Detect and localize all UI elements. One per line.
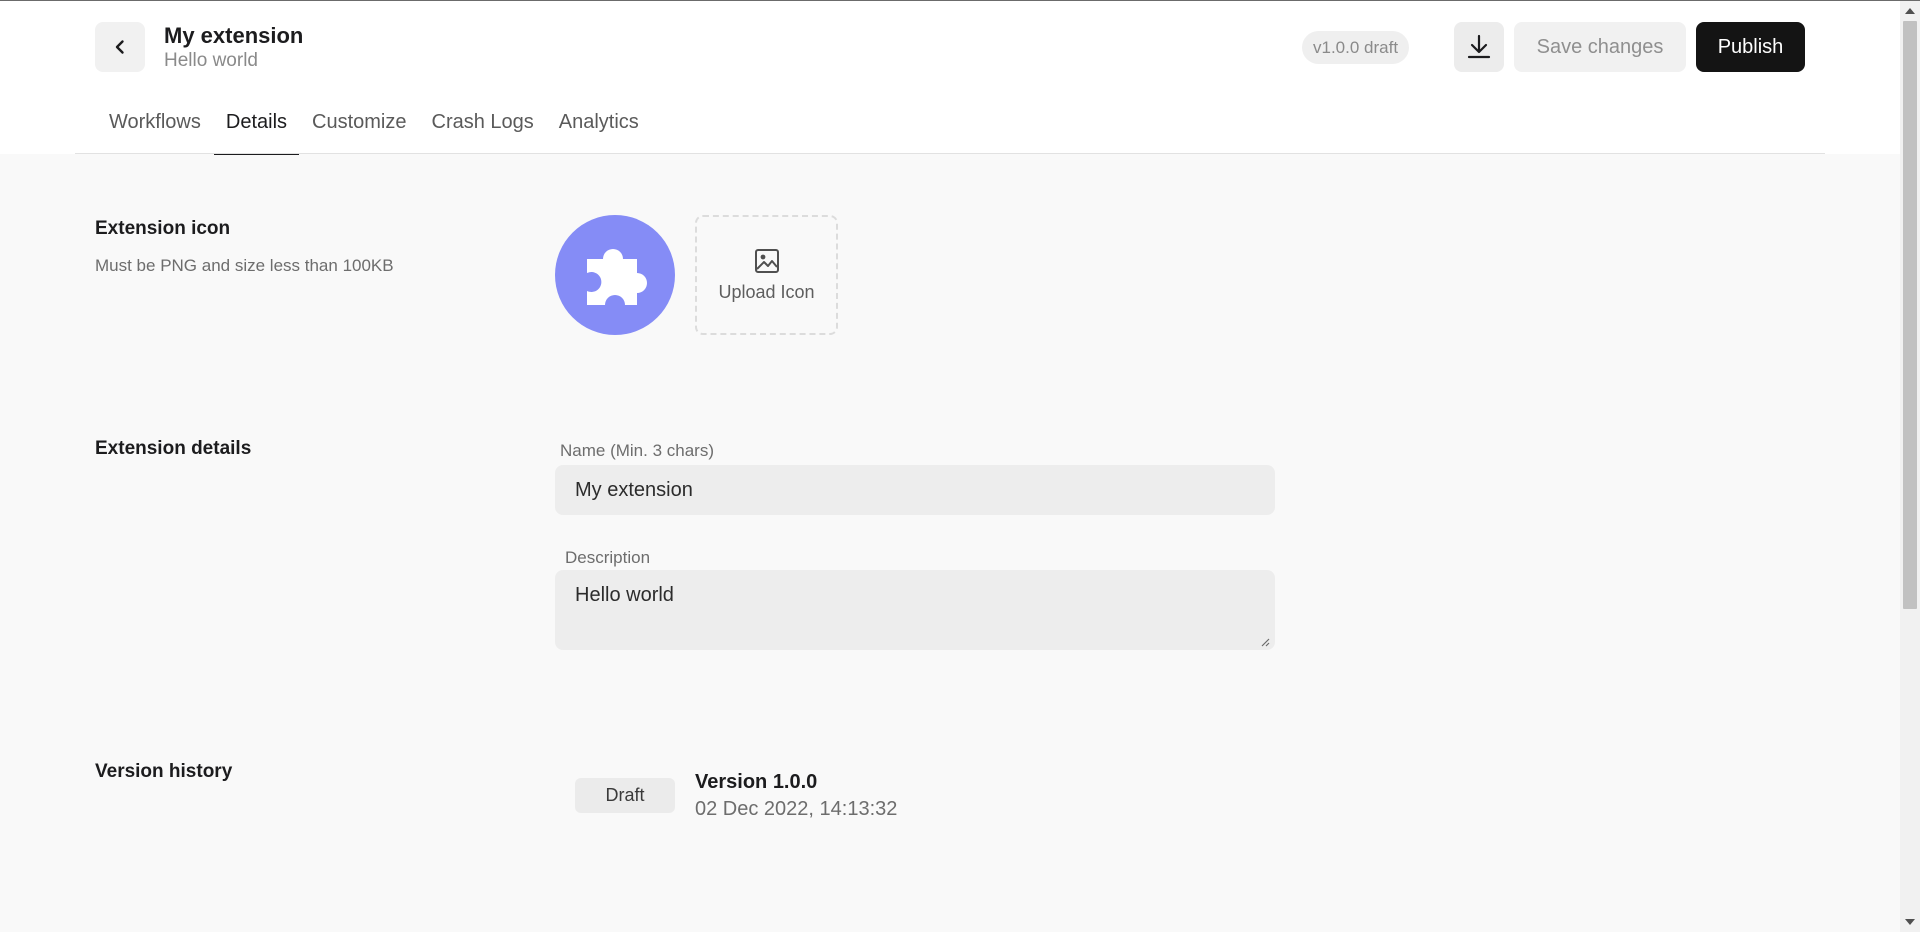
page-subtitle: Hello world: [164, 50, 258, 71]
description-textarea[interactable]: Hello world: [555, 570, 1275, 650]
tab-analytics[interactable]: Analytics: [547, 105, 651, 155]
resize-handle-icon[interactable]: [1260, 637, 1270, 647]
tab-details[interactable]: Details: [213, 105, 300, 155]
tab-workflows[interactable]: Workflows: [97, 105, 213, 155]
upload-icon-button[interactable]: Upload Icon: [695, 215, 838, 335]
scrollbar-thumb[interactable]: [1903, 21, 1917, 609]
back-button[interactable]: [95, 22, 145, 72]
name-field-label: Name (Min. 3 chars): [560, 441, 714, 460]
version-badge: v1.0.0 draft: [1302, 31, 1410, 64]
version-history-title: Version history: [95, 761, 233, 782]
extension-icon-title: Extension icon: [95, 218, 231, 239]
tabs-divider: [75, 153, 1825, 154]
publish-button[interactable]: Publish: [1696, 22, 1805, 72]
extension-icon-preview: [555, 215, 675, 335]
save-changes-button[interactable]: Save changes: [1514, 22, 1686, 72]
page-title: My extension: [164, 23, 304, 48]
name-input[interactable]: [555, 465, 1275, 515]
version-name: Version 1.0.0: [695, 771, 818, 793]
tab-bar: Workflows Details Customize Crash Logs A…: [97, 105, 652, 155]
scroll-down-arrow-icon[interactable]: [1905, 919, 1915, 925]
version-status-badge: Draft: [575, 778, 675, 813]
extension-icon-help: Must be PNG and size less than 100KB: [95, 256, 394, 275]
puzzle-piece-icon: [587, 249, 647, 305]
page-header: My extension Hello world v1.0.0 draft Sa…: [0, 1, 1900, 155]
description-field-label: Description: [565, 548, 651, 567]
title-block: My extension Hello world: [164, 23, 303, 73]
tab-customize[interactable]: Customize: [300, 105, 418, 155]
upload-icon-label: Upload Icon: [718, 281, 815, 302]
scroll-up-arrow-icon[interactable]: [1905, 8, 1915, 14]
image-icon: [754, 248, 779, 273]
vertical-scrollbar[interactable]: [1900, 1, 1920, 932]
version-date: 02 Dec 2022, 14:13:32: [695, 798, 898, 820]
extension-details-title: Extension details: [95, 438, 252, 459]
chevron-left-icon: [115, 40, 124, 54]
download-icon: [1467, 34, 1491, 59]
tab-crash-logs[interactable]: Crash Logs: [420, 105, 546, 155]
download-button[interactable]: [1454, 22, 1504, 72]
